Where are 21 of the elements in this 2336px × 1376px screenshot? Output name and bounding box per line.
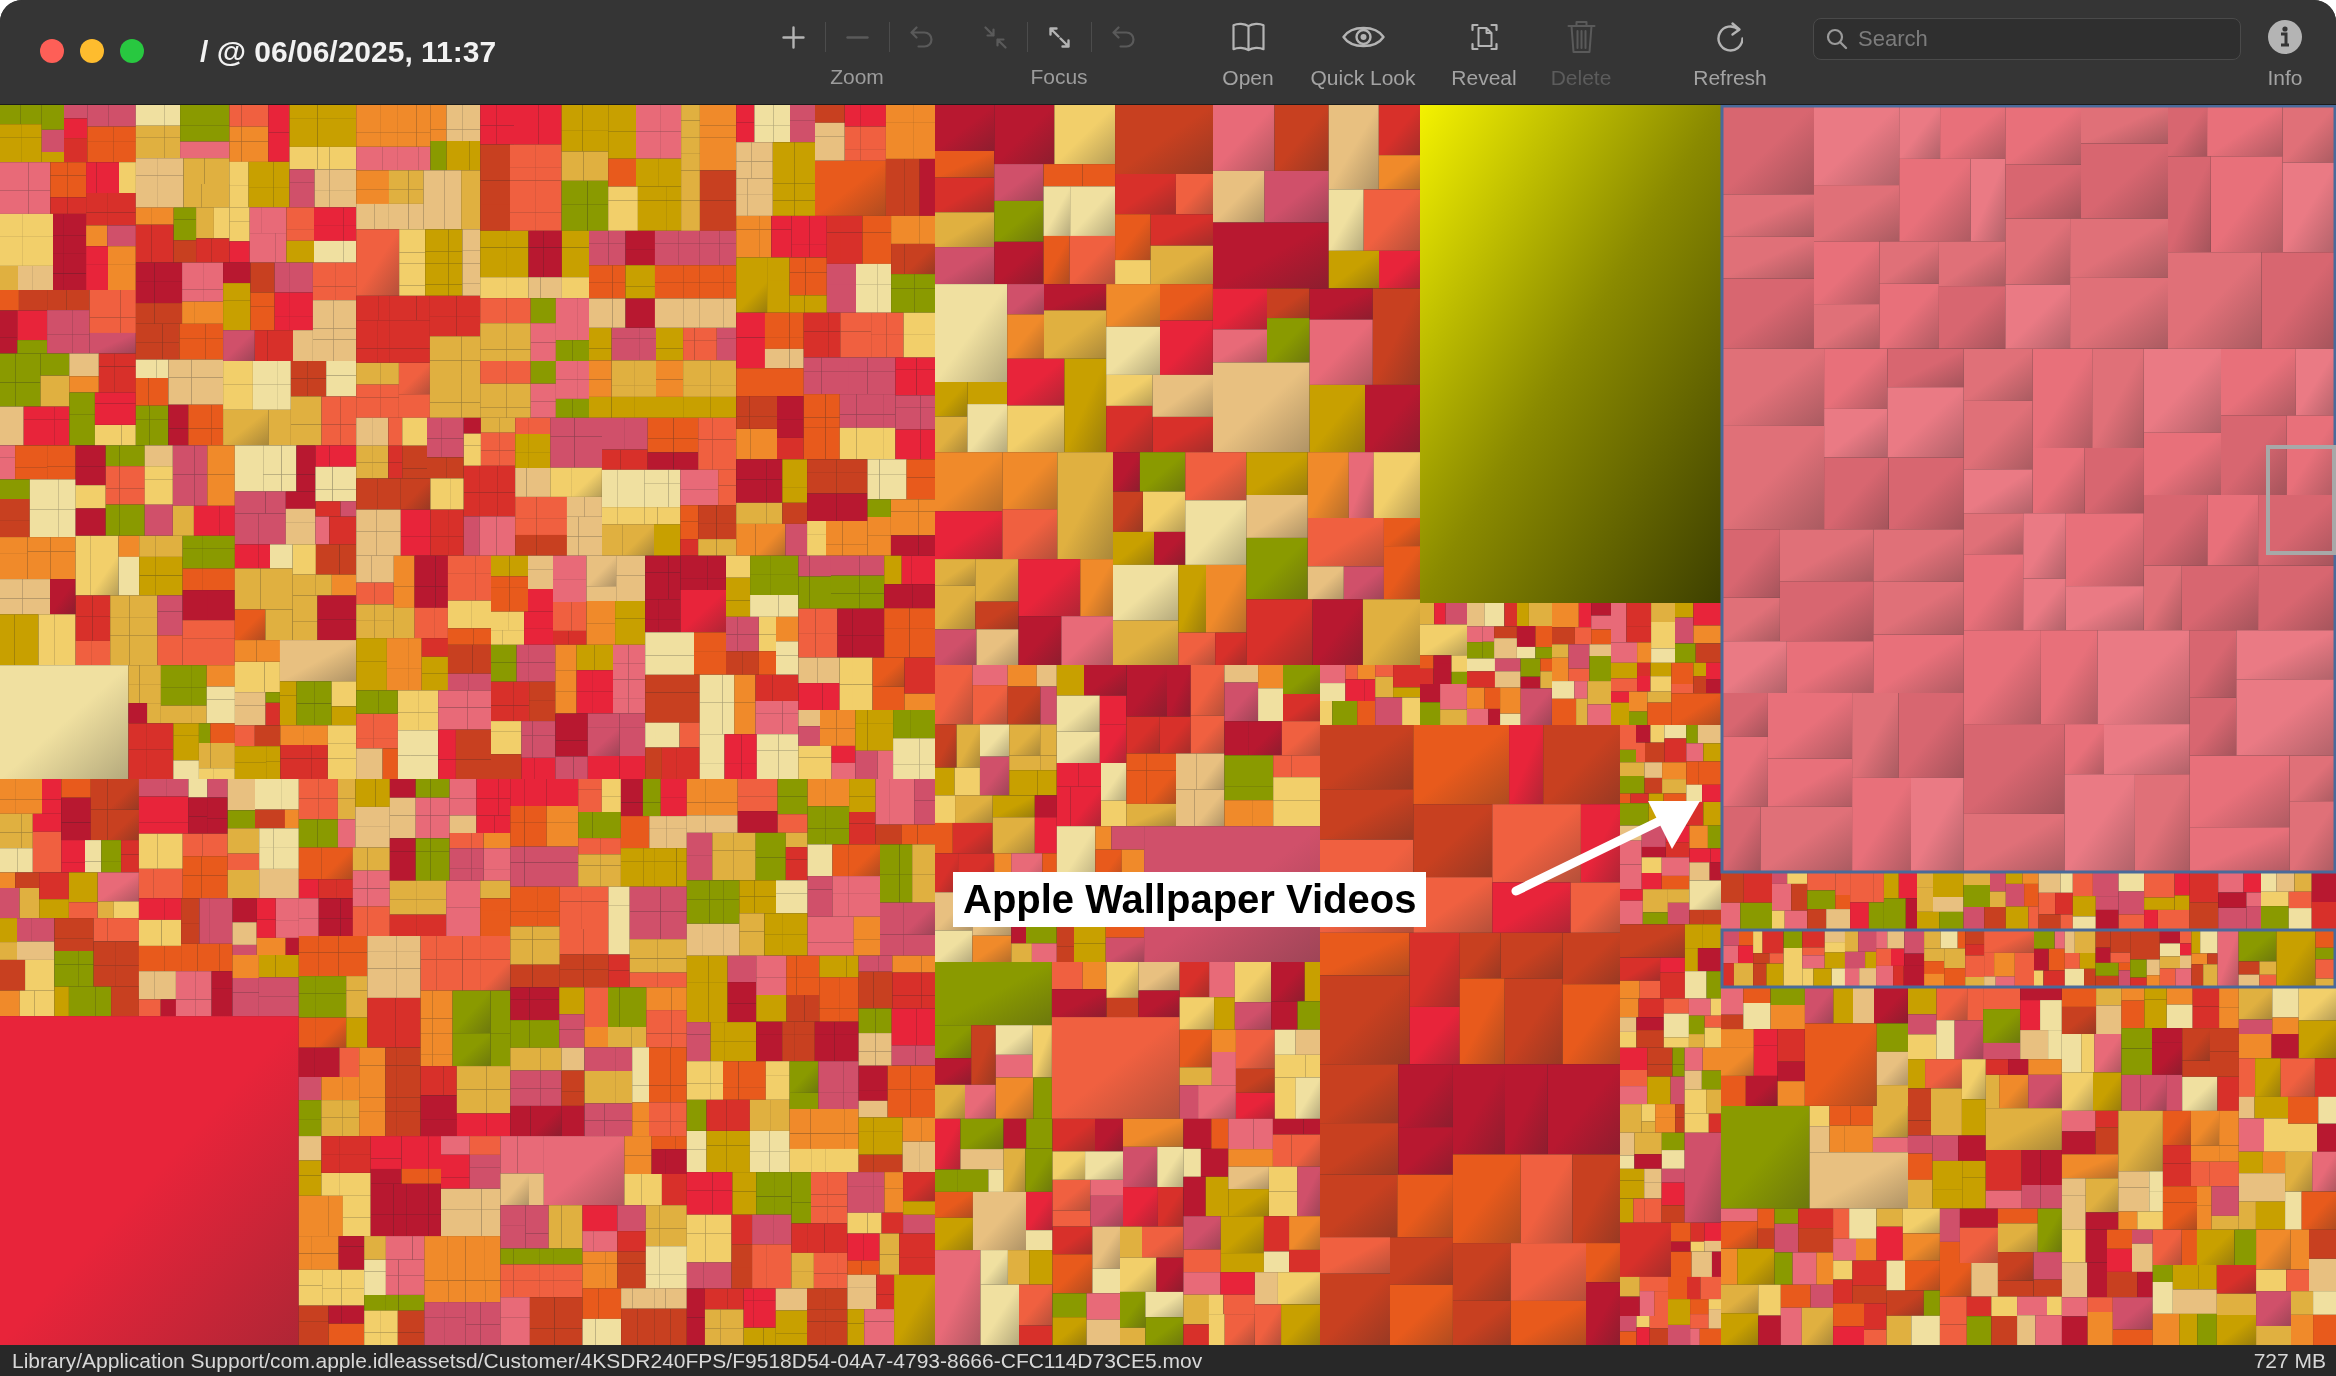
file-path: Library/Application Support/com.apple.idleassetsd/Customer/4KSDR240FPS/F9518D54-04A7-4793-8666-CFC114D73CE5.mov bbox=[12, 1348, 1203, 1373]
annotation-label: Apple Wallpaper Videos bbox=[953, 872, 1427, 927]
group-label: Zoom bbox=[830, 65, 884, 89]
undo-arrow-icon bbox=[1111, 26, 1135, 48]
toolbar-button[interactable]: Refresh bbox=[1675, 14, 1785, 90]
expand-arrows-icon bbox=[1048, 26, 1070, 48]
shrink-arrows-icon bbox=[983, 25, 1007, 49]
plus-icon bbox=[781, 25, 805, 49]
group-label: Focus bbox=[1030, 65, 1088, 89]
minimize-button[interactable] bbox=[80, 39, 104, 63]
search-field[interactable]: Search bbox=[1813, 18, 2241, 60]
info-button[interactable]: Info bbox=[2255, 14, 2315, 90]
toolbar-button[interactable]: Reveal bbox=[1439, 14, 1529, 90]
zoom-window-button[interactable] bbox=[120, 39, 144, 63]
undo-arrow-icon bbox=[909, 26, 933, 48]
toolbar-button[interactable]: Open bbox=[1208, 14, 1288, 90]
minus-icon bbox=[845, 35, 869, 39]
window-title: / @ 06/06/2025, 11:37 bbox=[200, 35, 497, 69]
close-button[interactable] bbox=[40, 39, 64, 63]
toolbar-button[interactable]: Quick Look bbox=[1298, 14, 1428, 90]
file-size: 727 MB bbox=[2253, 1348, 2326, 1373]
